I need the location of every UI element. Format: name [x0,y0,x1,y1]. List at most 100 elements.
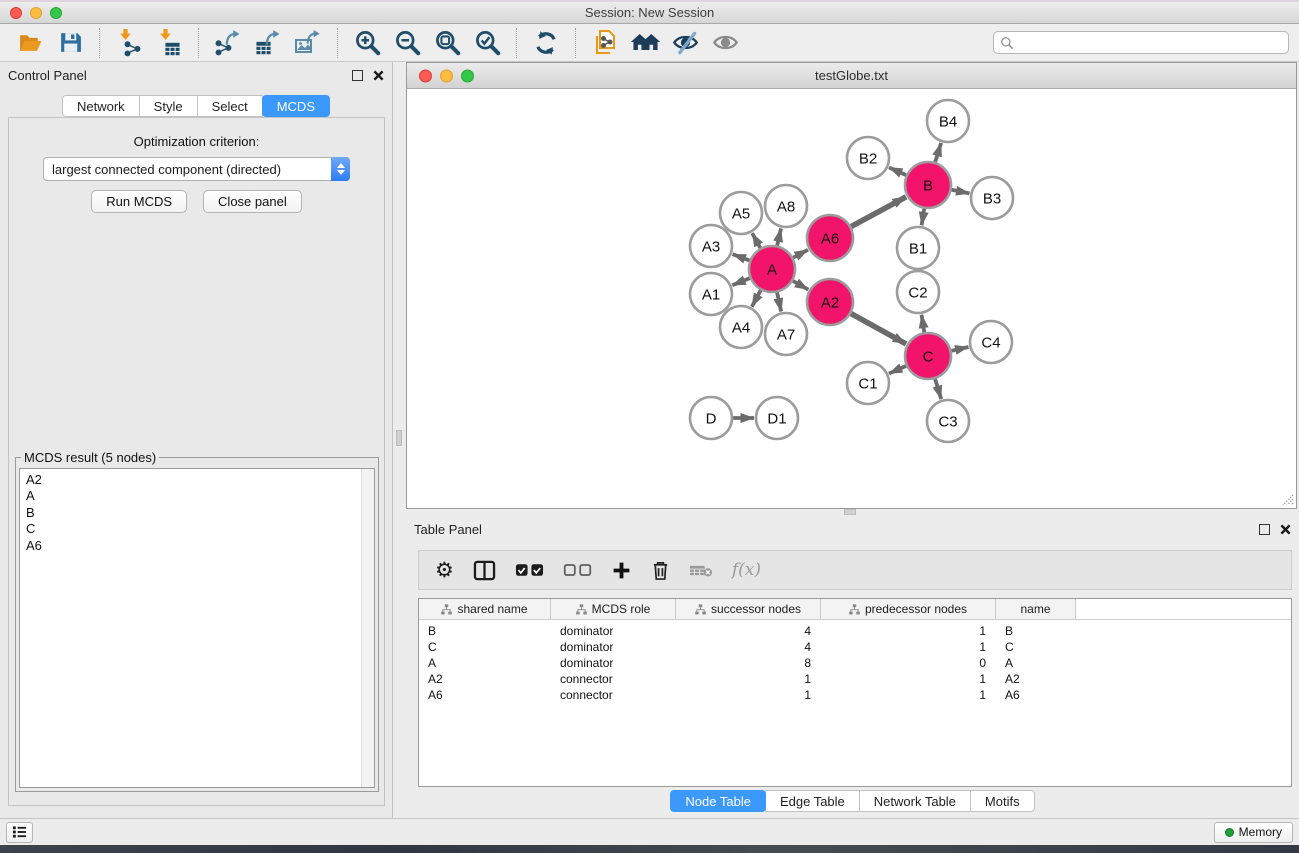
graph-node-A7[interactable]: A7 [765,313,807,355]
graph-node-B3[interactable]: B3 [971,177,1013,219]
graph-node-C[interactable]: C [905,333,951,379]
column-view-button[interactable] [473,560,496,581]
table-row-a6[interactable]: A6connector11A6 [419,687,1291,703]
zoom-out-button[interactable] [390,27,424,59]
task-history-button[interactable] [6,822,33,843]
graph-edge-B-B4[interactable] [935,143,941,162]
save-session-button[interactable] [53,27,87,59]
graph-node-A[interactable]: A [749,246,795,292]
graph-node-C1[interactable]: C1 [847,362,889,404]
graph-node-A8[interactable]: A8 [765,185,807,227]
close-panel-icon[interactable] [373,70,384,81]
result-item-c[interactable]: C [26,521,374,537]
export-table-button[interactable] [251,27,285,59]
tab-node-table[interactable]: Node Table [670,790,766,812]
import-network-button[interactable] [112,27,146,59]
graph-edge-A-A1[interactable] [732,278,750,285]
tab-edge-table[interactable]: Edge Table [765,790,860,812]
copy-network-button[interactable] [588,27,622,59]
hide-selected-button[interactable] [668,27,702,59]
graph-edge-A-A7[interactable] [777,292,781,311]
graph-edge-B-B3[interactable] [952,190,970,194]
graph-node-C4[interactable]: C4 [970,321,1012,363]
graph-node-A4[interactable]: A4 [720,306,762,348]
float-panel-icon[interactable] [352,70,363,81]
table-settings-button[interactable]: ⚙ [435,560,454,581]
zoom-in-button[interactable] [350,27,384,59]
zoom-view-button[interactable] [461,69,474,82]
graph-edge-B-B2[interactable] [889,167,906,175]
graph-edge-C-C3[interactable] [935,379,941,399]
graph-edge-A-A6[interactable] [793,250,808,258]
splitter-grip[interactable] [844,509,856,515]
zoom-window-button[interactable] [50,7,62,19]
delete-table-button[interactable] [689,563,713,578]
zoom-fit-button[interactable] [430,27,464,59]
graph-edge-A2-C[interactable] [851,314,906,344]
column-header-shared-name[interactable]: shared name [419,599,551,619]
graph-edge-A6-B[interactable] [851,197,906,227]
graph-node-A5[interactable]: A5 [720,192,762,234]
tab-mcds[interactable]: MCDS [262,95,330,117]
tab-style[interactable]: Style [139,95,198,117]
graph-node-A1[interactable]: A1 [690,273,732,315]
graph-node-C2[interactable]: C2 [897,271,939,313]
graph-node-B[interactable]: B [905,162,951,208]
float-panel-icon[interactable] [1259,524,1270,535]
memory-button[interactable]: Memory [1214,822,1293,843]
table-row-c[interactable]: Cdominator41C [419,639,1291,655]
table-row-b[interactable]: Bdominator41B [419,623,1291,639]
graph-node-C3[interactable]: C3 [927,400,969,442]
column-header-name[interactable]: name [996,599,1076,619]
home-button[interactable] [628,27,662,59]
table-row-a[interactable]: Adominator80A [419,655,1291,671]
refresh-button[interactable] [529,27,563,59]
graph-node-D1[interactable]: D1 [756,397,798,439]
import-table-button[interactable] [152,27,186,59]
column-header-mcds-role[interactable]: MCDS role [551,599,676,619]
graph-node-B4[interactable]: B4 [927,100,969,142]
graph-edge-C-C4[interactable] [951,347,968,351]
run-mcds-button[interactable]: Run MCDS [91,190,187,213]
minimize-window-button[interactable] [30,7,42,19]
select-all-button[interactable] [515,563,544,577]
graph-edge-A-A3[interactable] [733,254,750,260]
function-builder-button[interactable]: f(x) [732,560,761,580]
graph-node-A6[interactable]: A6 [807,215,853,261]
vertical-splitter[interactable] [393,62,406,818]
zoom-selected-button[interactable] [470,27,504,59]
network-window-titlebar[interactable]: testGlobe.txt [407,63,1296,89]
horizontal-splitter[interactable] [406,509,1299,516]
graph-node-A3[interactable]: A3 [690,225,732,267]
tab-network[interactable]: Network [62,95,140,117]
graph-node-B2[interactable]: B2 [847,137,889,179]
table-row-a2[interactable]: A2connector11A2 [419,671,1291,687]
open-session-button[interactable] [13,27,47,59]
graph-edge-B-B1[interactable] [922,209,925,226]
delete-column-button[interactable] [651,560,670,581]
column-header-predecessor-nodes[interactable]: predecessor nodes [821,599,996,619]
splitter-grip[interactable] [396,430,402,446]
search-input[interactable] [1018,34,1288,52]
close-panel-icon[interactable] [1280,524,1291,535]
add-column-button[interactable] [611,560,632,581]
graph-node-A2[interactable]: A2 [807,279,853,325]
network-canvas[interactable]: B4B2BB3A5A8A6B1A3AC2A1A2A4A7C4CC1C3DD1 [407,89,1296,508]
tab-select[interactable]: Select [197,95,263,117]
close-view-button[interactable] [419,69,432,82]
column-header-successor-nodes[interactable]: successor nodes [676,599,821,619]
graph-edge-C-C2[interactable] [922,315,925,333]
graph-node-B1[interactable]: B1 [897,227,939,269]
graph-edge-A-A2[interactable] [793,281,808,290]
optimization-select[interactable]: largest connected component (directed) [43,157,350,181]
graph-edge-A-A8[interactable] [777,228,781,245]
graph-edge-C-C1[interactable] [889,366,906,374]
export-image-button[interactable] [291,27,325,59]
search-box[interactable] [993,31,1289,54]
tab-motifs[interactable]: Motifs [970,790,1035,812]
close-window-button[interactable] [10,7,22,19]
result-item-a2[interactable]: A2 [26,472,374,488]
export-network-button[interactable] [211,27,245,59]
show-all-button[interactable] [708,27,742,59]
deselect-all-button[interactable] [563,563,592,577]
